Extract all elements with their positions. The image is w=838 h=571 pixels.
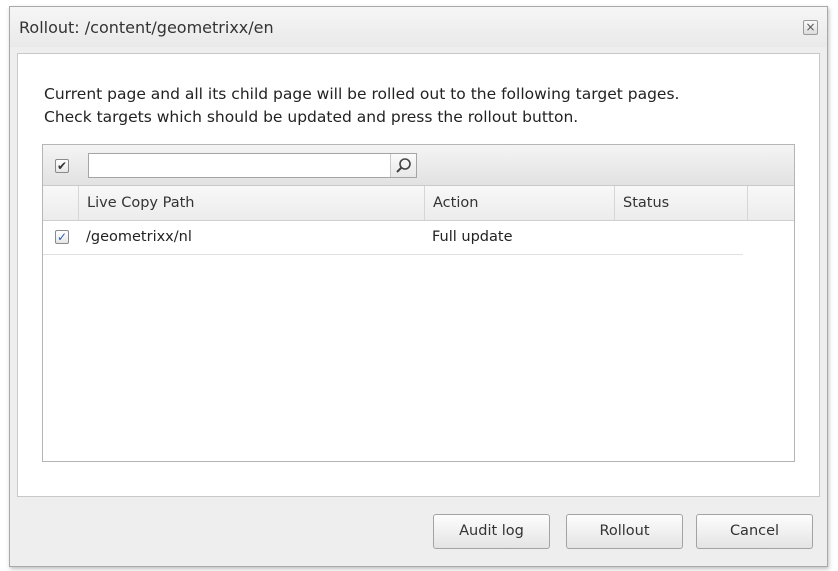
audit-log-button[interactable]: Audit log	[433, 514, 550, 549]
grid-header: Live Copy Path Action Status	[43, 186, 794, 221]
grid-toolbar: ✔	[43, 145, 794, 186]
cell-action: Full update	[432, 229, 513, 245]
search-icon	[396, 158, 411, 173]
column-header-action[interactable]: Action	[424, 186, 614, 220]
cell-status	[614, 221, 743, 254]
column-header-status[interactable]: Status	[614, 186, 747, 220]
target-pages-grid: ✔ Live Copy Path Action Status ✓ /geomet…	[42, 144, 795, 462]
cancel-button[interactable]: Cancel	[696, 514, 813, 549]
dialog-title: Rollout: /content/geometrixx/en	[19, 18, 274, 37]
check-icon: ✔	[56, 159, 68, 173]
rollout-message: Current page and all its child page will…	[44, 83, 679, 129]
table-row[interactable]: ✓ /geometrixx/nl Full update	[43, 221, 743, 255]
message-line-1: Current page and all its child page will…	[44, 85, 680, 103]
dialog-titlebar[interactable]: Rollout: /content/geometrixx/en ×	[10, 7, 827, 47]
column-header-live-copy-path[interactable]: Live Copy Path	[78, 186, 424, 220]
search-field[interactable]	[88, 153, 417, 178]
rollout-button[interactable]: Rollout	[566, 514, 683, 549]
close-icon: ×	[805, 20, 816, 34]
cell-live-copy-path: /geometrixx/nl	[86, 229, 192, 245]
search-input[interactable]	[92, 156, 382, 175]
close-button[interactable]: ×	[803, 20, 818, 35]
dialog-button-bar: Audit log Rollout Cancel	[10, 498, 827, 566]
row-checkbox[interactable]: ✓	[55, 230, 69, 244]
check-icon: ✓	[56, 230, 68, 244]
search-button[interactable]	[390, 154, 416, 177]
header-checkbox-cell	[43, 186, 78, 220]
select-all-checkbox[interactable]: ✔	[55, 159, 69, 173]
header-filler-cell	[747, 186, 795, 220]
message-line-2: Check targets which should be updated an…	[44, 108, 579, 126]
